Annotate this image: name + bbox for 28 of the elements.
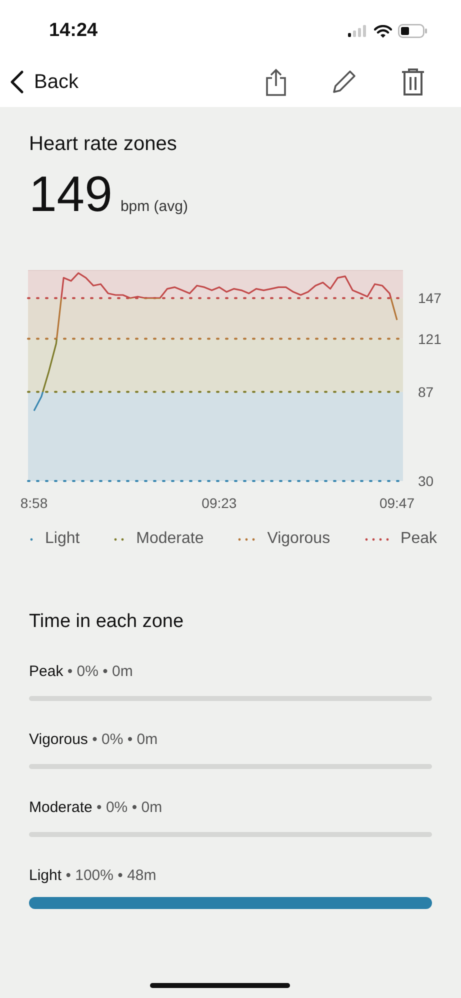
legend-label: Vigorous [267,530,330,548]
x-tick-label: 09:47 [379,495,415,511]
signal-icon [348,25,368,37]
zone-summary: Peak • 0% • 0m [29,663,134,680]
y-tick-label: 147 [418,290,442,306]
chevron-left-icon [10,70,24,94]
average-value: 149 [29,166,112,222]
back-button[interactable]: Back [10,70,78,94]
section-title: Heart rate zones [29,133,178,156]
legend-label: Moderate [136,530,204,548]
legend-label: Light [45,530,80,548]
x-tick-label: 09:23 [202,495,237,511]
battery-icon [398,24,428,38]
trash-icon[interactable] [401,68,425,96]
wifi-icon [374,24,392,38]
pencil-icon[interactable] [331,69,357,95]
status-time: 14:24 [49,20,98,42]
x-tick-label: 8:58 [20,495,48,511]
y-tick-label: 121 [418,330,442,347]
section-title: Time in each zone [29,611,185,633]
zone-summary: Moderate • 0% • 0m [29,799,164,816]
zone-summary: Light • 100% • 48m [29,867,158,884]
share-icon[interactable] [265,68,287,96]
zone-summary: Vigorous • 0% • 0m [29,731,159,748]
y-tick-label: 87 [418,384,434,400]
y-tick-label: 30 [418,473,434,489]
unit-label: bpm (avg) [120,198,188,215]
legend-label: Peak [400,530,437,548]
